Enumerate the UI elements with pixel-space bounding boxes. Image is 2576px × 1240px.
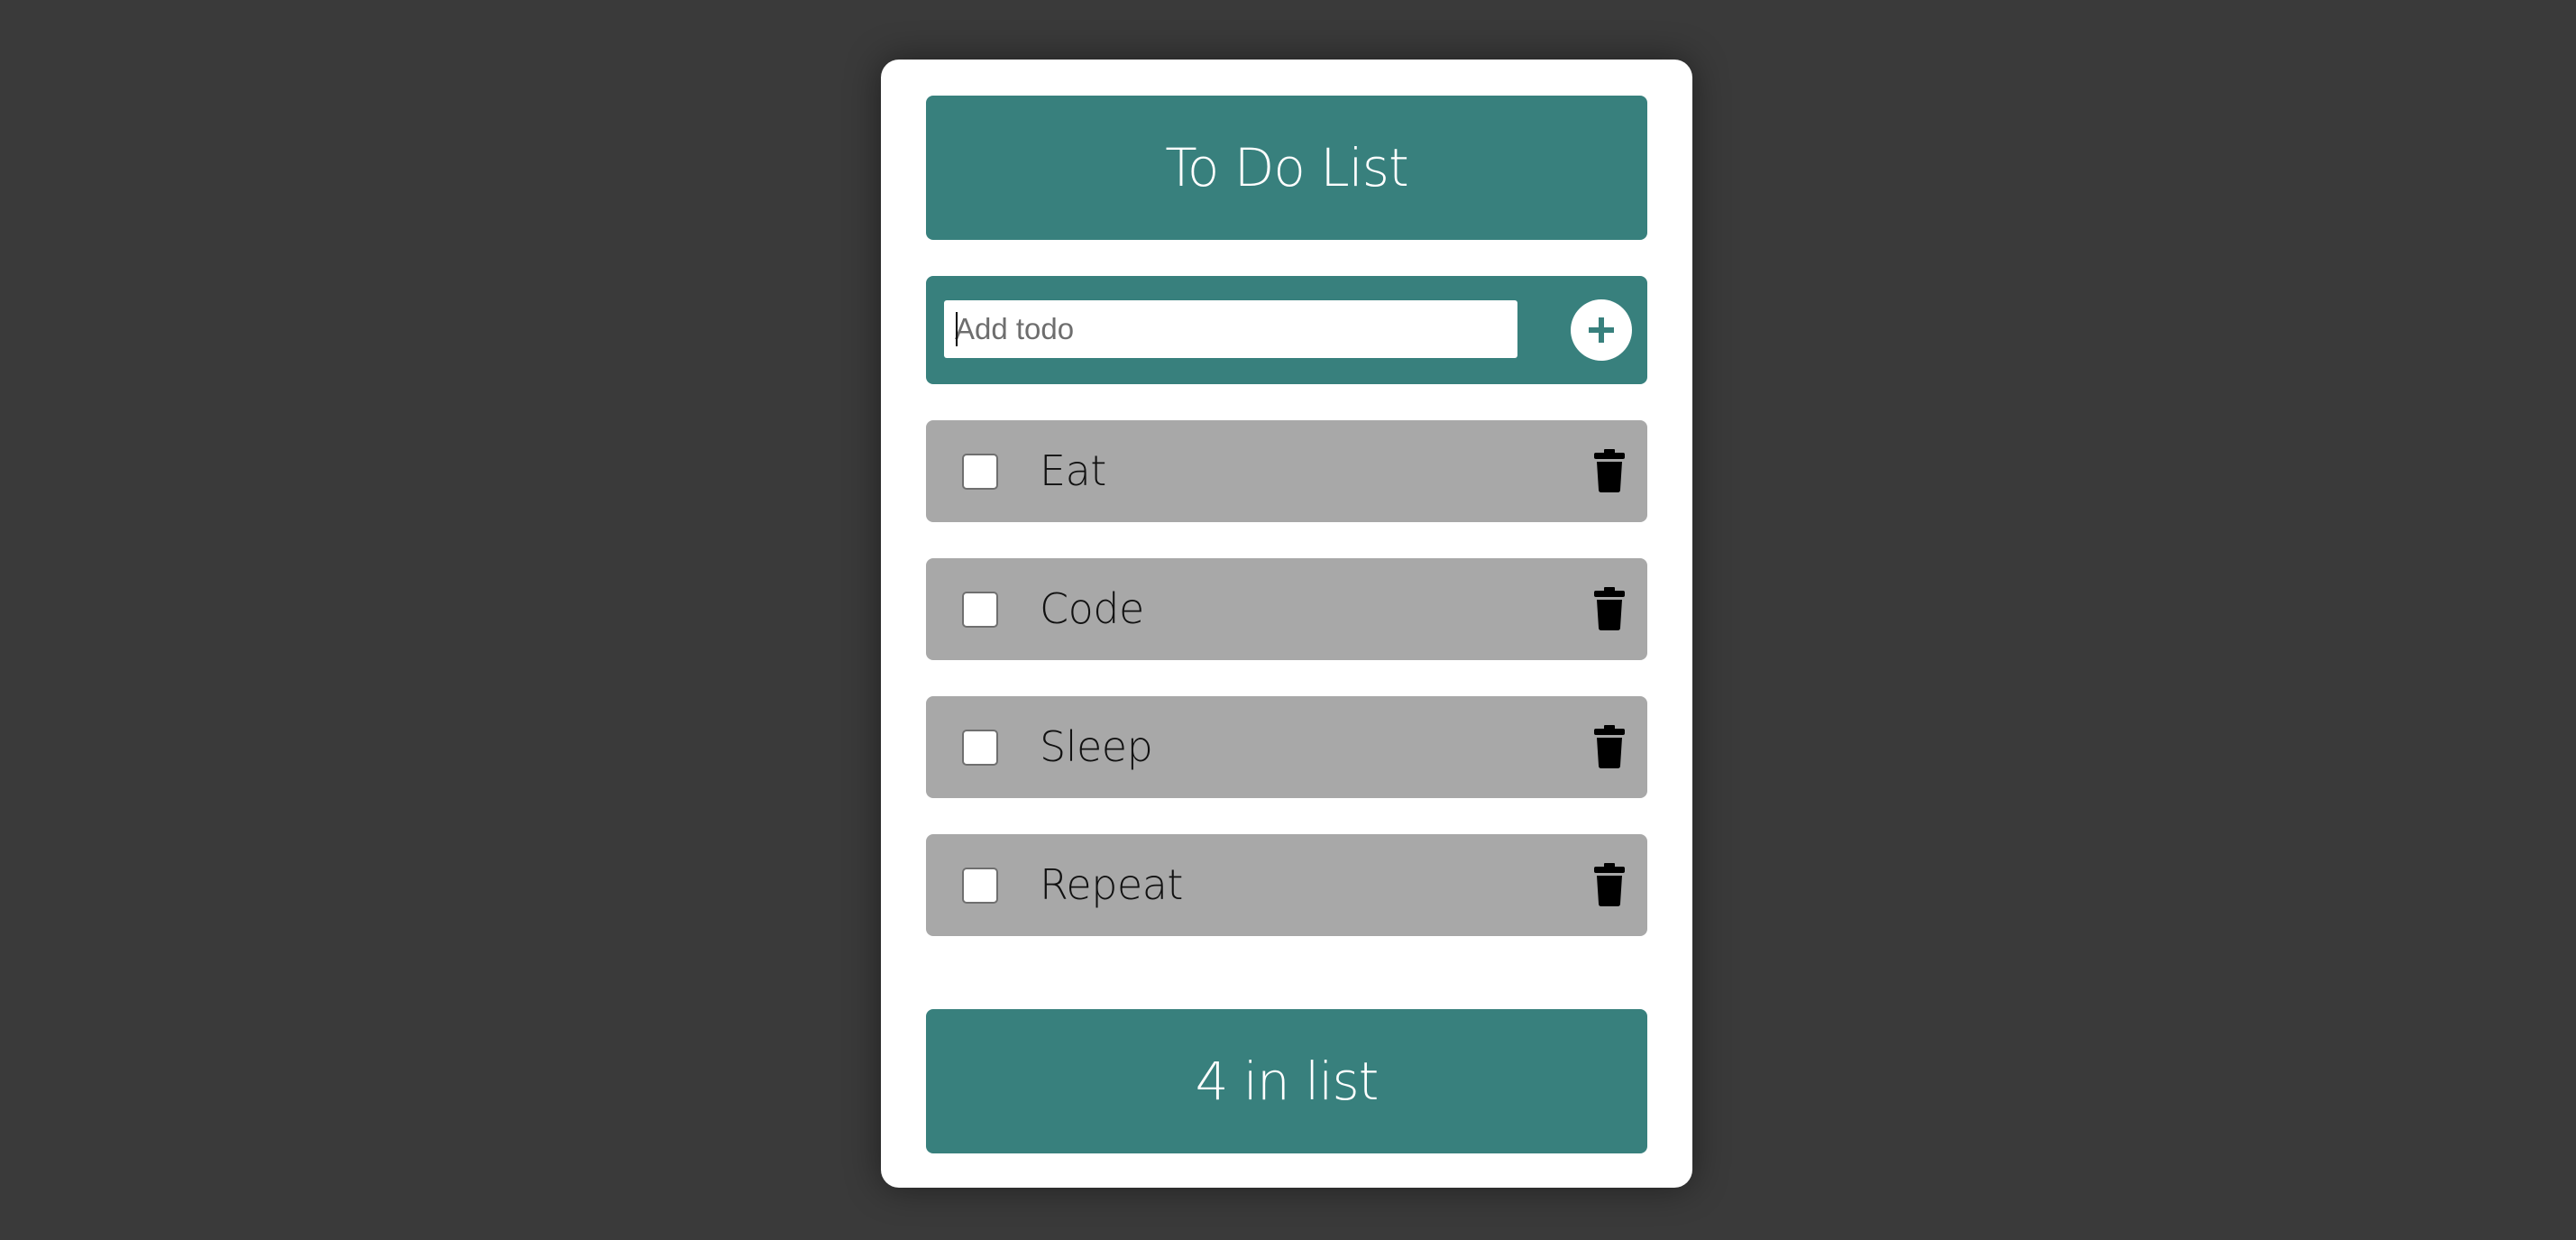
todo-label: Repeat: [1040, 860, 1183, 909]
plus-icon: [1589, 317, 1614, 343]
todo-item: Code: [926, 558, 1647, 660]
add-todo-input[interactable]: [944, 300, 1517, 358]
todo-item: Eat: [926, 420, 1647, 522]
page-title-text: To Do List: [1165, 137, 1408, 198]
todo-item: Repeat: [926, 834, 1647, 936]
todo-checkbox[interactable]: [962, 592, 998, 628]
trash-icon[interactable]: [1593, 587, 1626, 630]
todo-checkbox[interactable]: [962, 868, 998, 904]
trash-icon[interactable]: [1593, 449, 1626, 492]
todo-label: Eat: [1040, 446, 1106, 495]
todo-count-text: 4 in list: [1195, 1051, 1380, 1112]
todo-checkbox[interactable]: [962, 454, 998, 490]
trash-icon[interactable]: [1593, 725, 1626, 768]
add-todo-button[interactable]: [1571, 299, 1632, 361]
add-todo-bar: [926, 276, 1647, 384]
trash-icon[interactable]: [1593, 863, 1626, 906]
todo-count-footer: 4 in list: [926, 1009, 1647, 1153]
todo-label: Sleep: [1040, 722, 1153, 771]
todo-checkbox[interactable]: [962, 730, 998, 766]
todo-item: Sleep: [926, 696, 1647, 798]
page-title: To Do List: [926, 96, 1647, 240]
todo-card: To Do List Eat Code Sleep: [881, 60, 1692, 1188]
text-caret: [956, 312, 958, 346]
todo-label: Code: [1040, 584, 1144, 633]
